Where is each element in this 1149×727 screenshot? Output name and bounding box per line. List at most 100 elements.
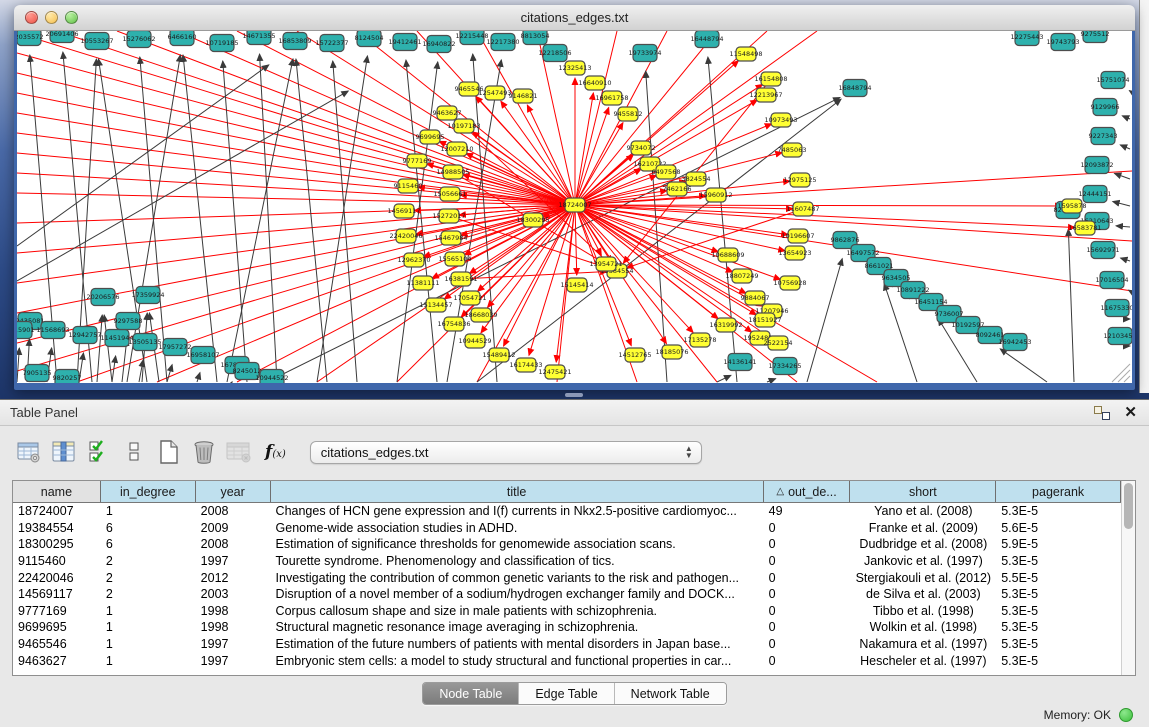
graph-node[interactable]: 12975125 xyxy=(783,173,816,187)
delete-button[interactable] xyxy=(189,437,219,467)
network-canvas[interactable]: 1872400718300295193845542035572206914061… xyxy=(17,31,1132,383)
graph-node[interactable]: 8813054 xyxy=(521,31,550,45)
new-document-button[interactable] xyxy=(154,437,184,467)
graph-node[interactable]: 7485063 xyxy=(778,143,807,157)
graph-node[interactable]: 16448794 xyxy=(690,31,723,48)
graph-node[interactable]: 1595878 xyxy=(1058,199,1087,213)
graph-node[interactable]: 16853809 xyxy=(278,33,311,50)
graph-node[interactable]: 15722377 xyxy=(315,35,348,52)
graph-node[interactable]: 12218506 xyxy=(538,45,571,62)
graph-node[interactable]: 9699695 xyxy=(416,130,445,144)
graph-node[interactable]: 19412461 xyxy=(388,34,421,51)
graph-node[interactable]: 9884067 xyxy=(741,291,770,305)
column-header-in_degree[interactable]: in_degree xyxy=(101,481,196,502)
tab-edge-table[interactable]: Edge Table xyxy=(519,683,614,704)
graph-node[interactable]: 16640910 xyxy=(578,76,611,90)
graph-node[interactable]: 11607487 xyxy=(786,202,819,216)
graph-node[interactable]: 13505135 xyxy=(128,334,161,351)
column-header-title[interactable]: title xyxy=(271,481,764,502)
graph-node[interactable]: 9820257 xyxy=(53,370,82,384)
graph-node[interactable]: 7905135 xyxy=(23,365,52,382)
graph-node[interactable]: 16154808 xyxy=(754,72,787,86)
merge-cells-button[interactable] xyxy=(119,437,149,467)
graph-node[interactable]: 12093872 xyxy=(1080,157,1113,174)
graph-node[interactable]: 19743793 xyxy=(1046,34,1079,51)
graph-node[interactable]: 3915901 xyxy=(17,322,34,339)
table-row[interactable]: 946362711997Embryonic stem cells: a mode… xyxy=(13,652,1121,669)
graph-node[interactable]: 13654923 xyxy=(778,246,811,260)
column-header-short[interactable]: short xyxy=(850,481,996,502)
graph-node[interactable]: 14671355 xyxy=(242,31,275,45)
graph-node[interactable]: 12103453 xyxy=(1103,328,1132,345)
graph-node[interactable]: 15960912 xyxy=(699,188,732,202)
resize-grip-icon[interactable] xyxy=(1124,376,1130,382)
graph-node[interactable]: 10553267 xyxy=(80,33,113,50)
graph-node[interactable]: 22420046 xyxy=(389,229,422,243)
graph-node[interactable]: 12942757 xyxy=(68,327,101,344)
table-select-dropdown[interactable]: citations_edges.txt ▲▼ xyxy=(310,441,702,464)
graph-node[interactable]: 15692971 xyxy=(1086,242,1119,259)
graph-node[interactable]: 9463627 xyxy=(433,106,462,120)
graph-node[interactable]: 11548498 xyxy=(729,47,762,61)
table-settings-button[interactable] xyxy=(14,437,44,467)
graph-node[interactable]: 17334265 xyxy=(768,358,801,375)
graph-node[interactable]: 9734072 xyxy=(627,141,656,155)
graph-node[interactable]: 16754836 xyxy=(437,317,470,331)
graph-node[interactable]: 14988505 xyxy=(436,165,469,179)
split-pane-grip[interactable] xyxy=(565,393,583,397)
graph-node[interactable]: 18185076 xyxy=(655,345,688,359)
graph-node[interactable]: 15751074 xyxy=(1096,72,1129,89)
function-builder-button[interactable]: f(x) xyxy=(265,442,286,462)
table-row[interactable]: 969969511998Structural magnetic resonanc… xyxy=(13,619,1121,636)
graph-node[interactable]: 15276062 xyxy=(122,31,155,48)
graph-node[interactable]: 12444151 xyxy=(1078,186,1111,203)
column-settings-button[interactable] xyxy=(49,437,79,467)
delete-table-button[interactable] xyxy=(224,437,254,467)
graph-node[interactable]: 15489412 xyxy=(482,348,515,362)
graph-node[interactable]: 20206576 xyxy=(86,289,119,306)
graph-node[interactable]: 12007210 xyxy=(440,142,473,156)
memory-status-indicator[interactable] xyxy=(1119,708,1133,722)
graph-node[interactable]: 17359924 xyxy=(131,287,164,304)
graph-node[interactable]: 10719185 xyxy=(205,35,238,52)
graph-node[interactable]: 12215448 xyxy=(455,31,488,45)
graph-node[interactable]: 11568693 xyxy=(36,322,69,339)
table-row[interactable]: 1456911722003Disruption of a novel membe… xyxy=(13,586,1121,603)
graph-node[interactable]: 10944529 xyxy=(458,334,491,348)
column-header-pagerank[interactable]: pagerank xyxy=(996,481,1121,502)
graph-node[interactable]: 10197183 xyxy=(447,119,480,133)
graph-node[interactable]: 12475421 xyxy=(538,365,571,379)
close-panel-button[interactable]: ✕ xyxy=(1124,406,1137,420)
graph-node[interactable]: 6497568 xyxy=(652,165,681,179)
graph-node[interactable]: 12275443 xyxy=(1010,31,1043,46)
column-header-year[interactable]: year xyxy=(196,481,271,502)
table-row[interactable]: 911546021997Tourette syndrome. Phenomeno… xyxy=(13,553,1121,570)
tab-node-table[interactable]: Node Table xyxy=(423,683,519,704)
graph-node[interactable]: 16583781 xyxy=(1068,221,1101,235)
graph-node[interactable]: 9146821 xyxy=(509,89,538,103)
graph-node[interactable]: 11381111 xyxy=(406,276,439,290)
graph-node[interactable]: 10688609 xyxy=(711,248,744,262)
graph-node[interactable]: 19733974 xyxy=(628,45,661,62)
graph-node[interactable]: 9227343 xyxy=(1089,128,1118,145)
table-vertical-scrollbar[interactable] xyxy=(1121,481,1135,675)
graph-node[interactable]: 16848794 xyxy=(838,80,871,97)
table-row[interactable]: 946554611997Estimation of the future num… xyxy=(13,636,1121,653)
graph-node[interactable]: 9115460 xyxy=(394,179,423,193)
graph-node[interactable]: 12325413 xyxy=(558,61,591,75)
graph-node[interactable]: 9275512 xyxy=(1081,31,1110,43)
graph-node[interactable]: 16381591 xyxy=(444,272,477,286)
graph-node[interactable]: 17135278 xyxy=(683,333,716,347)
graph-node[interactable]: 9129966 xyxy=(1091,99,1120,116)
graph-node[interactable]: 11675330 xyxy=(1100,300,1132,317)
graph-node[interactable]: 17054721 xyxy=(453,291,486,305)
graph-node[interactable]: 15134457 xyxy=(419,298,452,312)
network-window-titlebar[interactable]: citations_edges.txt xyxy=(14,5,1135,31)
graph-node[interactable]: 14512765 xyxy=(618,348,651,362)
graph-node[interactable]: 16319992 xyxy=(709,318,742,332)
graph-node[interactable]: 10756928 xyxy=(773,276,806,290)
graph-node[interactable]: 12217380 xyxy=(486,34,519,51)
graph-node[interactable]: 16942453 xyxy=(998,334,1031,351)
tab-network-table[interactable]: Network Table xyxy=(615,683,726,704)
table-row[interactable]: 2242004622012Investigating the contribut… xyxy=(13,569,1121,586)
